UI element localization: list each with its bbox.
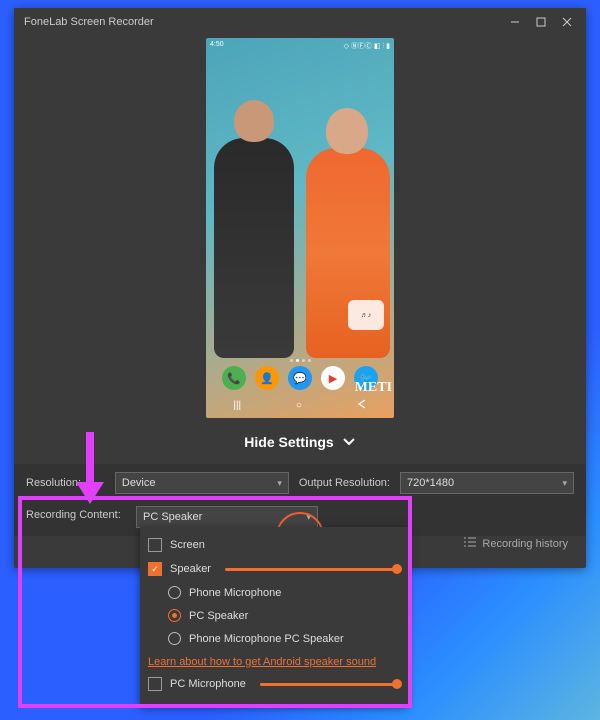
minimize-button[interactable]	[502, 12, 528, 32]
output-resolution-value: 720*1480	[407, 477, 454, 489]
phone-navbar: ||| ○	[206, 399, 394, 412]
contacts-app-icon: 👤	[255, 366, 279, 390]
resolution-label: Resolution:	[26, 477, 105, 489]
chevron-down-icon: ▾	[277, 478, 282, 489]
titlebar: FoneLab Screen Recorder	[14, 8, 586, 36]
option-speaker-label: Speaker	[170, 563, 211, 575]
checkbox-unchecked-icon	[148, 677, 162, 691]
status-right: ◇ ⓃⒻⒸ ◧ ⫶ ▮	[344, 41, 390, 51]
play-app-icon: ▶	[321, 366, 345, 390]
resolution-value: Device	[122, 477, 156, 489]
phone-app-icon: 📞	[222, 366, 246, 390]
status-time: 4:50	[210, 41, 224, 51]
phone-preview: 4:50 ◇ ⓃⒻⒸ ◧ ⫶ ▮ ♬♪ 📞 👤 💬 ▶ 🐦 METI |||	[206, 38, 394, 418]
slider-thumb[interactable]	[392, 564, 402, 574]
maximize-button[interactable]	[528, 12, 554, 32]
checkbox-unchecked-icon	[148, 538, 162, 552]
option-phone-mic-label: Phone Microphone	[189, 587, 281, 599]
page-indicator	[206, 359, 394, 362]
recording-history-link[interactable]: Recording history	[464, 537, 568, 550]
option-phone-microphone[interactable]: Phone Microphone	[140, 581, 408, 604]
checkbox-checked-icon: ✓	[148, 562, 162, 576]
radio-selected-icon	[168, 609, 181, 622]
option-pc-speaker[interactable]: PC Speaker	[140, 604, 408, 627]
chevron-down-icon: ▾	[562, 478, 567, 489]
pc-mic-volume-slider[interactable]	[260, 683, 400, 686]
recording-history-label: Recording history	[482, 538, 568, 550]
person-left	[214, 138, 294, 358]
radio-unselected-icon	[168, 586, 181, 599]
option-screen[interactable]: Screen	[140, 533, 408, 557]
phone-statusbar: 4:50 ◇ ⓃⒻⒸ ◧ ⫶ ▮	[210, 41, 390, 51]
home-icon: ○	[296, 400, 302, 411]
option-pc-microphone[interactable]: PC Microphone	[140, 672, 408, 696]
hide-settings-toggle[interactable]: Hide Settings	[14, 424, 586, 464]
option-pc-mic-label: PC Microphone	[170, 678, 246, 690]
hide-settings-label: Hide Settings	[244, 434, 333, 450]
back-icon	[357, 399, 367, 412]
preview-area: 4:50 ◇ ⓃⒻⒸ ◧ ⫶ ▮ ♬♪ 📞 👤 💬 ▶ 🐦 METI |||	[14, 36, 586, 424]
resolution-select[interactable]: Device ▾	[115, 472, 289, 494]
recording-content-value: PC Speaker	[143, 511, 202, 523]
settings-row-resolution: Resolution: Device ▾ Output Resolution: …	[14, 464, 586, 502]
option-combo-label: Phone Microphone PC Speaker	[189, 633, 344, 645]
slider-thumb[interactable]	[392, 679, 402, 689]
metro-badge: METI	[355, 380, 392, 396]
speaker-volume-slider[interactable]	[225, 568, 400, 571]
window-title: FoneLab Screen Recorder	[24, 16, 502, 28]
learn-android-speaker-link[interactable]: Learn about how to get Android speaker s…	[140, 650, 408, 672]
radio-unselected-icon	[168, 632, 181, 645]
app-window: FoneLab Screen Recorder 4:50 ◇ ⓃⒻⒸ ◧ ⫶ ▮…	[14, 8, 586, 568]
close-button[interactable]	[554, 12, 580, 32]
output-resolution-select[interactable]: 720*1480 ▾	[400, 472, 574, 494]
option-screen-label: Screen	[170, 539, 205, 551]
messages-app-icon: 💬	[288, 366, 312, 390]
home-widget: ♬♪	[348, 300, 384, 330]
chevron-down-icon	[342, 434, 356, 450]
option-speaker[interactable]: ✓ Speaker	[140, 557, 408, 581]
option-pc-speaker-label: PC Speaker	[189, 610, 248, 622]
recording-content-label: Recording Content:	[26, 506, 126, 521]
output-resolution-label: Output Resolution:	[299, 477, 390, 489]
recent-icon: |||	[233, 400, 241, 411]
option-phone-mic-pc-speaker[interactable]: Phone Microphone PC Speaker	[140, 627, 408, 650]
recording-content-dropdown: Screen ✓ Speaker Phone Microphone PC Spe…	[140, 527, 408, 706]
list-icon	[464, 537, 476, 550]
